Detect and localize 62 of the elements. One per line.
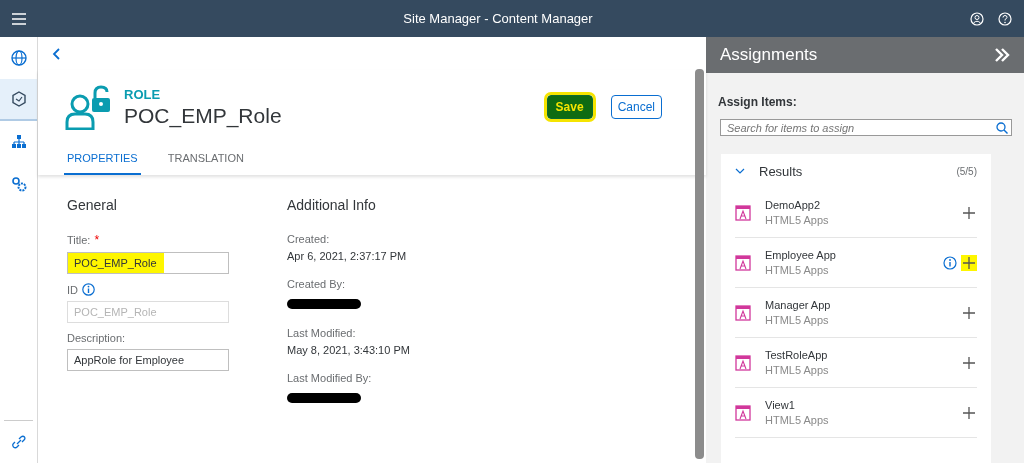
search-field[interactable]: Search for items to assign [720,119,1012,136]
field-label: Title: [67,234,91,246]
user-icon[interactable] [970,11,984,26]
add-button[interactable] [961,304,977,321]
add-button[interactable] [961,254,977,271]
save-button[interactable]: Save [546,95,593,119]
item-name: View1 [765,399,796,411]
role-lock-icon [64,84,112,130]
add-button[interactable] [961,404,977,421]
app-icon [735,354,751,371]
item-type: HTML5 Apps [765,364,830,376]
required-mark: * [94,233,100,247]
item-name: Employee App [765,249,837,261]
section-heading: General [67,197,118,213]
double-chevron-icon[interactable] [994,48,1010,62]
object-title: POC_EMP_Role [124,103,282,128]
item-name: Manager App [765,299,832,311]
cancel-button[interactable]: Cancel [610,95,662,119]
cube-icon [9,90,28,108]
item-name: TestRoleApp [765,349,829,361]
tab[interactable]: TRANSLATION [164,144,247,175]
help-icon[interactable] [998,11,1012,26]
object-type-label: ROLE [124,86,162,102]
search-icon[interactable] [996,122,1008,134]
nav-item[interactable] [0,79,37,121]
field-label: Description: [67,332,126,344]
sitemap-icon [9,133,28,151]
info-label: Created By: [287,278,346,290]
item-name: DemoApp2 [765,199,822,211]
info-value: Apr 6, 2021, 2:37:17 PM [287,250,408,262]
section-heading: Additional Info [287,197,377,213]
field-label: ID [67,283,78,296]
info-label: Last Modified: [287,327,356,339]
item-type: HTML5 Apps [765,264,830,276]
shell-title: Site Manager - Content Manager [403,11,593,26]
input-field[interactable]: AppRole for Employee [67,349,229,371]
tab[interactable]: PROPERTIES [64,144,141,175]
results-label: Results [759,163,803,179]
back-icon[interactable] [52,47,60,60]
menu-icon[interactable] [12,12,26,25]
panel-title: Assignments [720,45,818,65]
globe-icon [9,49,28,67]
add-button[interactable] [961,354,977,371]
item-type: HTML5 Apps [765,414,830,426]
link-icon[interactable] [11,435,26,449]
info-icon[interactable] [943,255,957,270]
app-icon [735,304,751,321]
gears-icon [9,175,28,193]
item-type: HTML5 Apps [765,314,830,326]
info-label: Created: [287,233,330,245]
add-button[interactable] [961,204,977,221]
app-icon [735,204,751,221]
input-field[interactable]: POC_EMP_Role [67,252,229,274]
app-icon [735,404,751,421]
info-value: May 8, 2021, 3:43:10 PM [287,344,410,356]
scrollbar[interactable] [695,69,704,459]
assign-label: Assign Items: [718,95,798,109]
info-label: Last Modified By: [287,372,372,384]
chevron-icon[interactable] [735,168,745,174]
item-type: HTML5 Apps [765,214,830,226]
results-count: (5/5) [956,165,977,177]
app-icon [735,254,751,271]
